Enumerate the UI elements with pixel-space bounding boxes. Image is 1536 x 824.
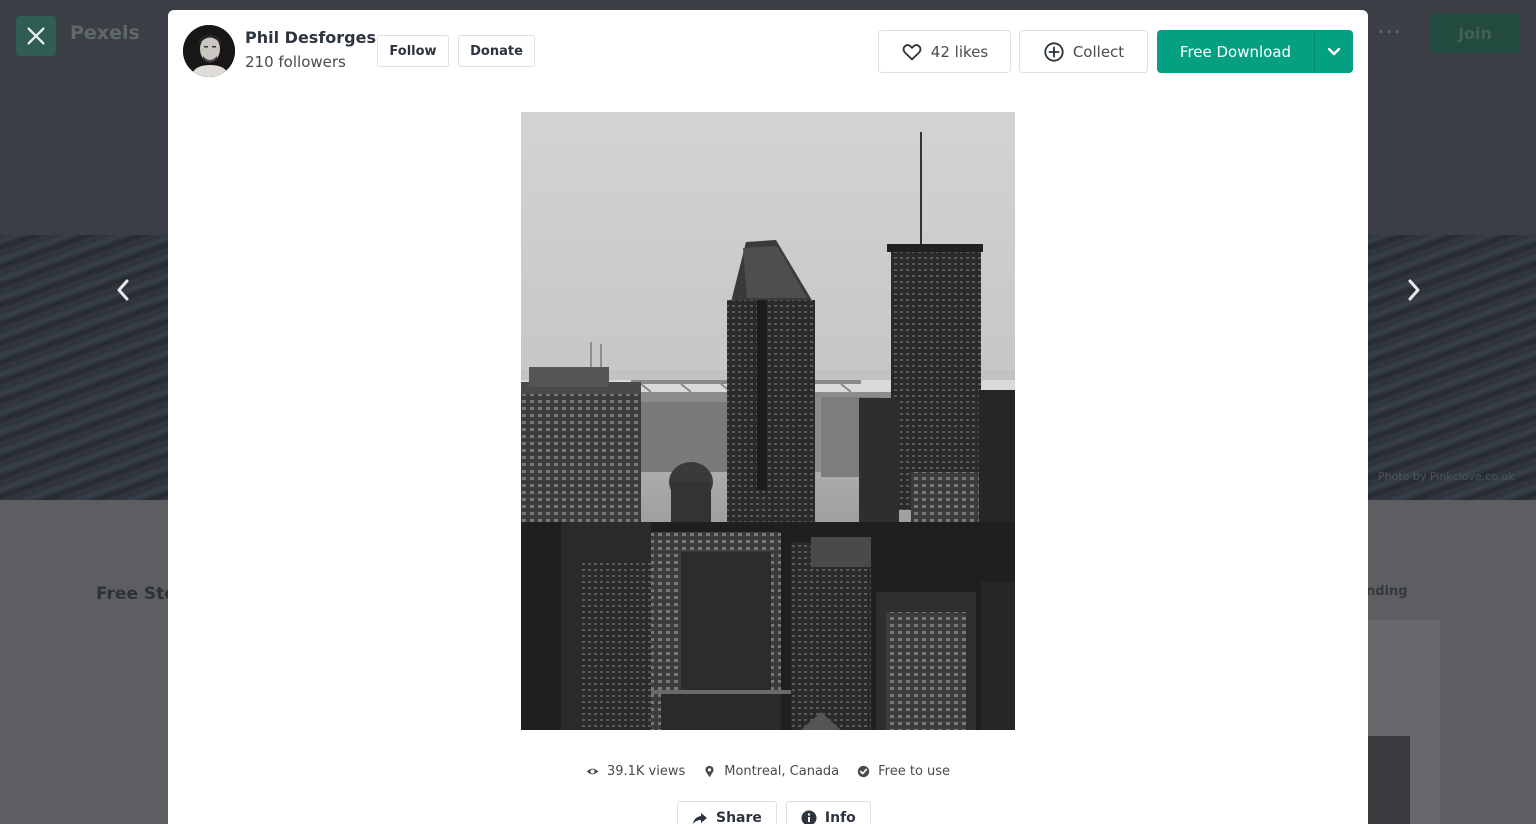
likes-count: 42 likes (930, 42, 989, 61)
license-label: Free to use (878, 764, 951, 779)
collect-label: Collect (1072, 42, 1125, 61)
views-stat: 39.1K views (586, 764, 685, 779)
main-photo[interactable] (521, 112, 1015, 730)
close-modal-button[interactable] (16, 16, 56, 56)
background-photo-card-dark (1368, 736, 1410, 824)
background-photo-credit: Photo by Pinkclove.co.uk (1378, 470, 1515, 483)
license-stat[interactable]: Free to use (857, 764, 950, 779)
download-button-group: Free Download (1157, 30, 1353, 73)
background-logo: Pexels (70, 22, 140, 44)
avatar[interactable] (183, 25, 235, 77)
map-pin-icon (705, 765, 714, 778)
info-label: Info (824, 810, 856, 824)
chevron-down-icon (1327, 47, 1341, 55)
download-options-button[interactable] (1315, 30, 1353, 73)
location-label: Montreal, Canada (724, 764, 840, 779)
info-icon (801, 810, 817, 824)
donate-button[interactable]: Donate (458, 35, 535, 67)
eye-icon (586, 768, 599, 775)
heart-icon (902, 43, 922, 60)
background-join-button: Join (1430, 13, 1520, 53)
share-button[interactable]: Share (677, 801, 777, 824)
collect-button[interactable]: Collect (1019, 30, 1148, 73)
photo-actions-row: Share Info (677, 801, 871, 824)
like-button[interactable]: 42 likes (878, 30, 1011, 73)
share-arrow-icon (693, 813, 707, 824)
location-stat[interactable]: Montreal, Canada (703, 764, 839, 779)
author-portrait (183, 25, 235, 77)
background-more-menu: ··· (1378, 22, 1403, 41)
photo-modal: Phil Desforges 210 followers Follow Dona… (168, 10, 1368, 824)
modal-header: Phil Desforges 210 followers Follow Dona… (168, 10, 1368, 92)
check-circle-icon (857, 765, 870, 778)
city-skyline-photo (521, 112, 1015, 730)
chevron-left-icon (117, 279, 129, 301)
background-trending-dropdown: nding (1366, 584, 1408, 599)
author-name[interactable]: Phil Desforges (245, 28, 376, 47)
chevron-right-icon (1408, 279, 1420, 301)
info-button[interactable]: Info (785, 801, 871, 824)
photo-meta-row: 39.1K views Montreal, Canada Free to use (168, 764, 1368, 779)
previous-photo-button[interactable] (103, 270, 143, 310)
follow-button[interactable]: Follow (377, 35, 449, 67)
author-followers: 210 followers (245, 53, 346, 71)
background-section-title: Free Sto (96, 584, 176, 604)
free-download-button[interactable]: Free Download (1157, 30, 1315, 73)
views-count: 39.1K views (606, 764, 686, 779)
plus-circle-icon (1044, 41, 1064, 62)
share-label: Share (716, 810, 762, 824)
close-icon (27, 27, 45, 45)
next-photo-button[interactable] (1394, 270, 1434, 310)
